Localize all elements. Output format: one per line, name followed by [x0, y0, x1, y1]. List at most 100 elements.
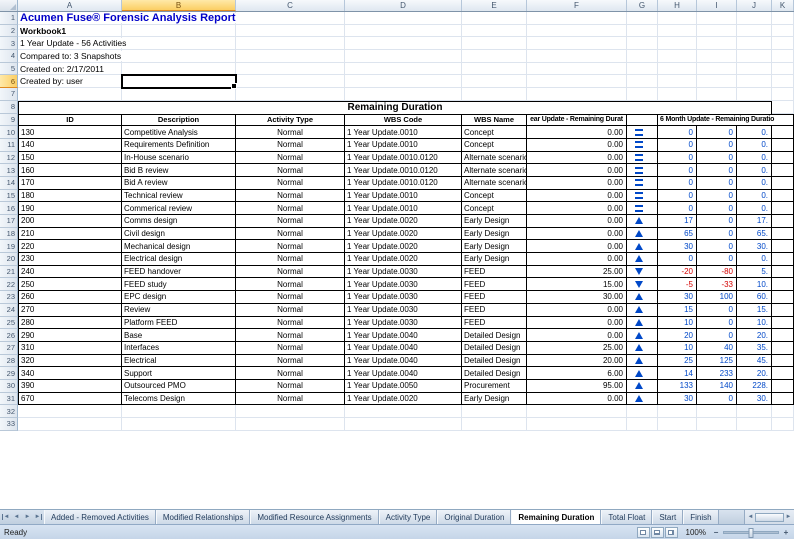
wbs-name-cell[interactable]: Alternate scenario — [462, 164, 527, 177]
info-cell[interactable]: Created by: user — [18, 75, 122, 88]
activity-type-cell[interactable]: Normal — [236, 215, 345, 228]
wbs-name-cell[interactable]: Concept — [462, 190, 527, 203]
sheet-tab[interactable]: Finish — [683, 510, 718, 524]
cell[interactable] — [345, 75, 462, 88]
info-cell[interactable]: Compared to: 3 Snapshots — [18, 50, 122, 63]
cell[interactable] — [697, 50, 737, 63]
year-update-duration-cell[interactable]: 0.00 — [527, 202, 627, 215]
trend-cell[interactable] — [627, 342, 658, 355]
cell[interactable] — [627, 63, 658, 76]
cell[interactable] — [772, 317, 794, 330]
trend-cell[interactable] — [627, 190, 658, 203]
year-update-duration-cell[interactable]: 0.00 — [527, 139, 627, 152]
trend-cell[interactable] — [627, 278, 658, 291]
six-month-duration-cell[interactable]: 45. — [737, 355, 772, 368]
cell[interactable] — [627, 25, 658, 38]
six-month-duration-cell[interactable]: 30. — [737, 240, 772, 253]
row-header[interactable]: 21 — [0, 266, 18, 279]
cell[interactable] — [772, 253, 794, 266]
id-cell[interactable]: 320 — [18, 355, 122, 368]
description-cell[interactable]: Support — [122, 367, 236, 380]
wbs-name-cell[interactable]: Alternate scenario — [462, 152, 527, 165]
activity-type-cell[interactable]: Normal — [236, 380, 345, 393]
header-id-cell[interactable]: ID — [18, 114, 122, 127]
id-cell[interactable]: 240 — [18, 266, 122, 279]
cell[interactable] — [697, 25, 737, 38]
cell[interactable] — [236, 88, 345, 101]
wbs-name-cell[interactable]: FEED — [462, 291, 527, 304]
id-cell[interactable]: 200 — [18, 215, 122, 228]
cell[interactable] — [527, 50, 627, 63]
wbs-code-cell[interactable]: 1 Year Update.0030 — [345, 266, 462, 279]
activity-type-cell[interactable]: Normal — [236, 367, 345, 380]
description-cell[interactable]: Bid A review — [122, 177, 236, 190]
delta-cell[interactable]: 133 — [658, 380, 697, 393]
cell[interactable] — [737, 405, 772, 418]
cell[interactable] — [345, 12, 462, 25]
year-update-duration-cell[interactable]: 0.00 — [527, 317, 627, 330]
cell[interactable] — [462, 63, 527, 76]
trend-cell[interactable] — [627, 266, 658, 279]
wbs-name-cell[interactable]: Detailed Design — [462, 367, 527, 380]
cell[interactable] — [697, 63, 737, 76]
row-header[interactable]: 1 — [0, 12, 18, 25]
delta-cell[interactable]: 17 — [658, 215, 697, 228]
column-header[interactable]: B — [122, 0, 236, 11]
percent-cell[interactable]: 0 — [697, 139, 737, 152]
description-cell[interactable]: Requirements Definition — [122, 139, 236, 152]
cell[interactable] — [122, 50, 236, 63]
id-cell[interactable]: 230 — [18, 253, 122, 266]
row-header[interactable]: 33 — [0, 418, 18, 431]
cell[interactable] — [772, 418, 794, 431]
wbs-code-cell[interactable]: 1 Year Update.0010.0120 — [345, 177, 462, 190]
cell[interactable] — [772, 291, 794, 304]
percent-cell[interactable]: 0 — [697, 215, 737, 228]
activity-type-cell[interactable]: Normal — [236, 228, 345, 241]
wbs-code-cell[interactable]: 1 Year Update.0050 — [345, 380, 462, 393]
wbs-name-cell[interactable]: Early Design — [462, 393, 527, 406]
wbs-code-cell[interactable]: 1 Year Update.0020 — [345, 228, 462, 241]
wbs-name-cell[interactable]: Concept — [462, 202, 527, 215]
description-cell[interactable]: Electrical design — [122, 253, 236, 266]
cell[interactable] — [772, 355, 794, 368]
six-month-duration-cell[interactable]: 0. — [737, 139, 772, 152]
scroll-right-icon[interactable] — [784, 514, 793, 520]
row-header[interactable]: 32 — [0, 405, 18, 418]
zoom-in-button[interactable] — [782, 528, 790, 537]
info-cell[interactable]: Created on: 2/17/2011 — [18, 63, 122, 76]
row-header[interactable]: 14 — [0, 177, 18, 190]
row-header[interactable]: 22 — [0, 278, 18, 291]
header-wbs-name-cell[interactable]: WBS Name — [462, 114, 527, 127]
year-update-duration-cell[interactable]: 0.00 — [527, 215, 627, 228]
cell[interactable] — [737, 75, 772, 88]
cell[interactable] — [236, 25, 345, 38]
year-update-duration-cell[interactable]: 0.00 — [527, 228, 627, 241]
trend-cell[interactable] — [627, 253, 658, 266]
row-header[interactable]: 2 — [0, 25, 18, 38]
select-all-corner[interactable] — [0, 0, 18, 11]
id-cell[interactable]: 340 — [18, 367, 122, 380]
row-header[interactable]: 9 — [0, 114, 18, 127]
cell[interactable] — [772, 139, 794, 152]
cell[interactable] — [627, 75, 658, 88]
six-month-duration-cell[interactable]: 0. — [737, 164, 772, 177]
cell[interactable] — [772, 50, 794, 63]
percent-cell[interactable]: 0 — [697, 152, 737, 165]
zoom-slider[interactable] — [723, 531, 779, 534]
cell[interactable] — [122, 75, 236, 88]
delta-cell[interactable]: 30 — [658, 393, 697, 406]
id-cell[interactable]: 270 — [18, 304, 122, 317]
cell[interactable] — [18, 405, 122, 418]
zoom-out-button[interactable] — [712, 528, 720, 537]
cell[interactable] — [345, 25, 462, 38]
cell[interactable] — [772, 304, 794, 317]
sheet-tab[interactable]: Original Duration — [437, 510, 511, 524]
year-update-duration-cell[interactable]: 20.00 — [527, 355, 627, 368]
column-header[interactable]: K — [772, 0, 794, 11]
page-layout-view-button[interactable] — [651, 527, 664, 538]
trend-cell[interactable] — [627, 367, 658, 380]
row-header[interactable]: 24 — [0, 304, 18, 317]
activity-type-cell[interactable]: Normal — [236, 329, 345, 342]
six-month-duration-cell[interactable]: 20. — [737, 329, 772, 342]
wbs-code-cell[interactable]: 1 Year Update.0010.0120 — [345, 164, 462, 177]
